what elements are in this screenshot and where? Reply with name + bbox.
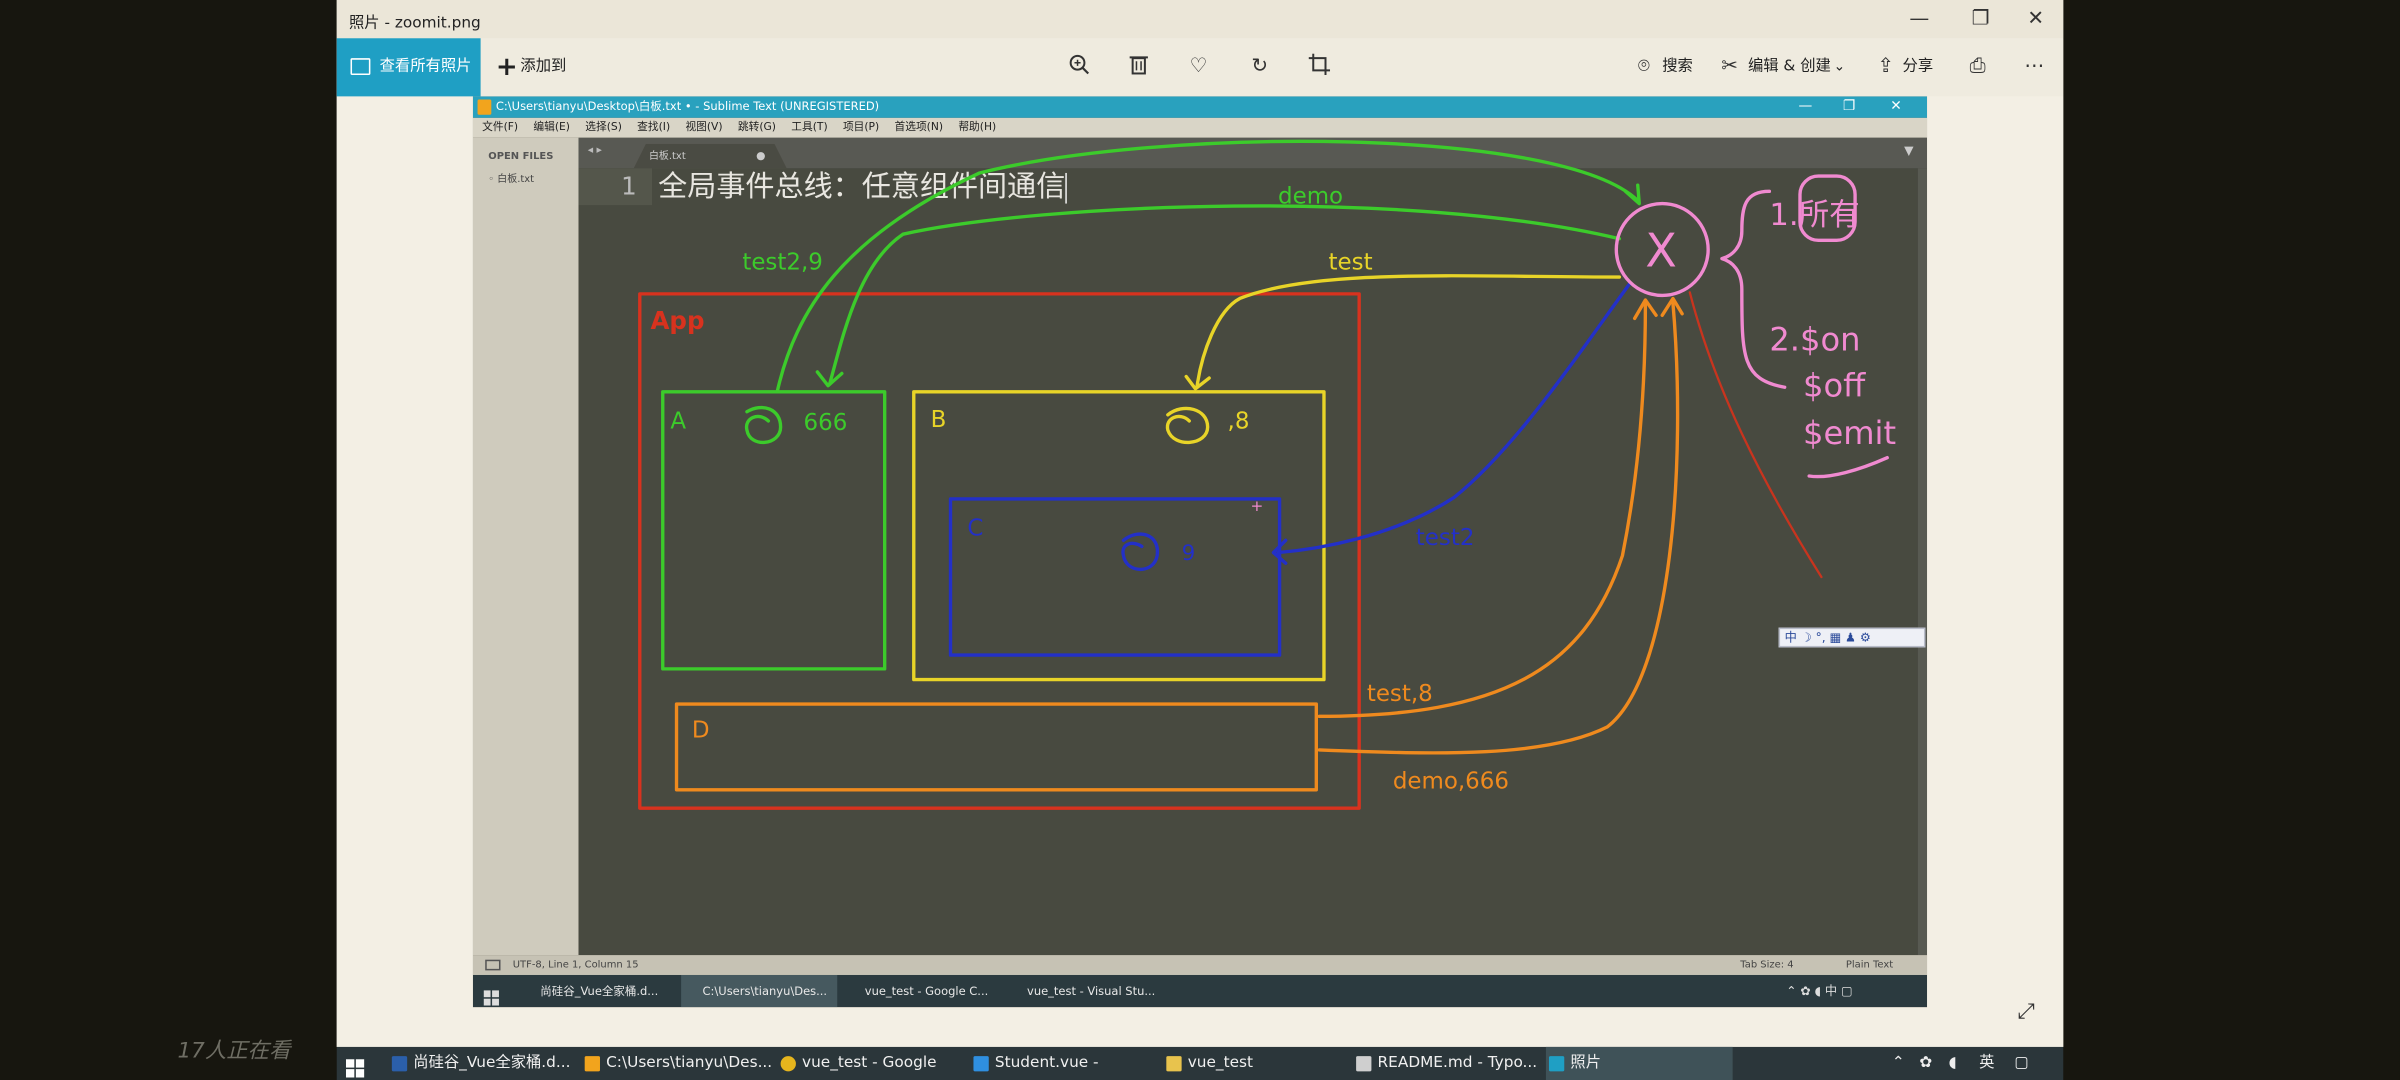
word-icon [391,1056,408,1072]
photo-icon [350,58,371,75]
tray-chevron-icon[interactable]: ⌃ [1892,1047,1905,1080]
task-folder-label: vue_test [1187,1054,1253,1072]
share-icon[interactable]: ⇪ [1872,54,1900,82]
share-button[interactable]: 分享 [1903,38,1934,96]
zoom-icon[interactable] [1065,54,1093,82]
task-typora[interactable]: README.md - Typo... [1353,1047,1540,1080]
orange-test8-text: test,8 [1367,681,1433,707]
task-word-label: 尚硅谷_Vue全家桶.d... [413,1054,571,1072]
orange-test-arrow [1317,302,1648,719]
c-value: 9 [1182,541,1196,566]
task-photos-label: 照片 [1570,1054,1602,1072]
volume-icon[interactable]: ◖ [1948,1047,1956,1080]
photos-window: 照片 - zoomit.png — ❐ ✕ 查看所有照片 + 添加到 ♡ ↻ ⌾… [336,0,2064,1047]
view-all-label: 查看所有照片 [379,58,472,75]
pink-off-text: $off [1803,366,1866,404]
pink-emit-text: $emit [1803,414,1896,452]
component-c-box [948,497,1282,657]
print-icon[interactable]: ⎙ [1964,54,1992,82]
chevron-down-icon[interactable]: ⌄ [1834,38,1846,96]
window-title: 照片 - zoomit.png [348,15,481,33]
more-icon[interactable]: ⋯ [2020,54,2048,82]
task-sublime-label: C:\Users\tianyu\Des... [606,1054,773,1072]
yellow-test-text: test [1329,249,1373,275]
rotate-icon[interactable]: ↻ [1246,54,1274,82]
edit-create-icon[interactable]: ✂ [1716,54,1744,82]
task-vscode[interactable]: Student.vue - vue_t... [970,1047,1154,1080]
input-language[interactable]: 英 [1979,1047,1994,1080]
photos-toolbar: 查看所有照片 + 添加到 ♡ ↻ ⌾ 搜索 ✂ 编辑 & 创建 ⌄ ⇪ 分享 ⎙… [336,38,2064,97]
delete-icon[interactable] [1125,54,1153,82]
heart-icon[interactable]: ♡ [1185,54,1213,82]
edit-create-button[interactable]: 编辑 & 创建 [1748,38,1831,96]
component-d-box [674,702,1318,792]
b-value: ,8 [1228,409,1250,435]
crop-icon[interactable] [1306,53,1334,82]
pink-on-text: 2.$on [1769,321,1860,359]
yellow-hook-sketch [1165,406,1210,445]
search-button[interactable]: 搜索 [1662,38,1693,96]
windows-taskbar: 尚硅谷_Vue全家桶.d... C:\Users\tianyu\Des... v… [336,1046,2064,1080]
close-button[interactable]: ✕ [2008,0,2063,38]
d-label: D [692,718,710,744]
green-hook-sketch [744,405,783,445]
photos-titlebar: 照片 - zoomit.png — ❐ ✕ [336,0,2064,39]
folder-icon [1166,1056,1182,1072]
a-value: 666 [804,410,848,436]
blue-test2-arrow [1276,281,1632,555]
viewer-watermark: 17人正在看 [177,1039,291,1064]
pink-underline [1807,455,1889,479]
component-a-box [661,390,887,671]
task-chrome-label: vue_test - Google C... [802,1054,937,1072]
b-label: B [931,407,947,433]
add-to-button[interactable]: + 添加到 [493,38,566,96]
vscode-icon [973,1056,989,1072]
notification-icon[interactable]: ▢ [2014,1047,2028,1080]
restore-button[interactable]: ❐ [1953,0,2008,38]
windows-start-icon[interactable] [345,1055,365,1080]
tray-app-icon[interactable]: ✿ [1919,1047,1932,1080]
task-word[interactable]: 尚硅谷_Vue全家桶.d... [389,1047,573,1080]
task-typora-label: README.md - Typo... [1377,1054,1538,1072]
photos-icon [1548,1056,1565,1072]
task-sublime[interactable]: C:\Users\tianyu\Des... [582,1047,772,1080]
event-bus-x: X [1645,223,1676,277]
sublime-icon [584,1056,600,1072]
view-all-photos-button[interactable]: 查看所有照片 [336,38,481,97]
expand-icon[interactable]: ⤢ [2017,999,2045,1027]
green-demo-arrow [775,139,1640,392]
green-demo-text: demo [1278,184,1343,210]
blue-test2-text: test2 [1416,525,1475,551]
task-chrome[interactable]: vue_test - Google C... [778,1047,965,1080]
minimize-button[interactable]: — [1892,0,1947,38]
task-folder[interactable]: vue_test [1163,1047,1344,1080]
green-test2-9-text: test2,9 [742,249,823,275]
c-label: C [967,516,983,542]
blue-hook-sketch [1121,532,1159,571]
add-to-label: 添加到 [520,58,567,75]
search-icon[interactable]: ⌾ [1630,54,1658,82]
plus-icon: + [495,52,518,83]
task-vscode-label: Student.vue - vue_t... [994,1054,1099,1072]
app-box [638,292,1361,810]
task-photos[interactable]: 照片 [1545,1046,1733,1080]
app-label: App [651,306,705,335]
yellow-test-arrow [1195,274,1622,389]
drawing-layer: App A 666 B ,8 C 9 D X demo test2,9 test… [638,139,1896,810]
chrome-icon [780,1056,796,1072]
cursor-plus-icon: + [1251,497,1264,515]
typora-icon [1356,1056,1372,1072]
pink-note-1: 1.所有 [1769,198,1859,233]
orange-demo666-text: demo,666 [1393,768,1509,794]
a-label: A [670,409,686,435]
photo-canvas: C:\Users\tianyu\Desktop\白板.txt • - Subli… [336,96,2064,1047]
